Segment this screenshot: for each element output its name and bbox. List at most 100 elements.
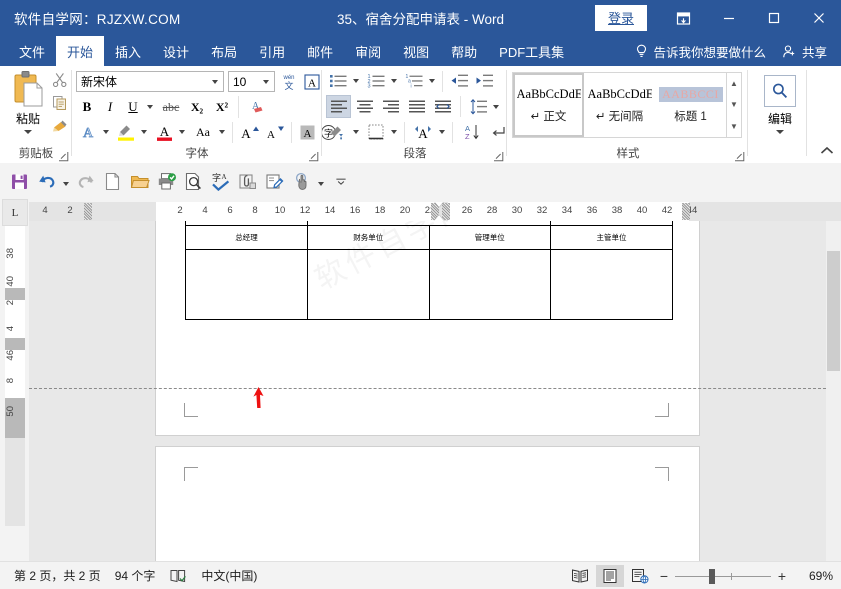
borders-button[interactable]: [364, 121, 388, 143]
line-spacing-button[interactable]: [466, 95, 490, 118]
tab-references[interactable]: 引用: [248, 36, 296, 66]
tab-help[interactable]: 帮助: [440, 36, 488, 66]
text-effects-dropdown[interactable]: [100, 121, 112, 143]
zoom-level-label[interactable]: 69%: [799, 569, 833, 583]
tab-design[interactable]: 设计: [152, 36, 200, 66]
undo-button[interactable]: [33, 168, 60, 194]
ruler-tab-marker[interactable]: [84, 203, 92, 220]
collapse-ribbon-button[interactable]: [818, 143, 836, 159]
table-cell[interactable]: [551, 250, 673, 320]
ruler-tab-marker[interactable]: [682, 203, 690, 220]
align-center-button[interactable]: [352, 95, 377, 118]
zoom-slider-thumb[interactable]: [709, 569, 715, 584]
spelling-check-button[interactable]: 字 A: [207, 168, 234, 194]
increase-indent-button[interactable]: [472, 70, 497, 92]
numbered-list-button[interactable]: 1 2 3: [364, 70, 388, 92]
tell-me-search[interactable]: 告诉我你想要做什么: [627, 40, 774, 62]
close-button[interactable]: [796, 0, 841, 36]
document-table[interactable]: 总经理 财务单位 管理单位 主管单位: [185, 221, 673, 320]
ribbon-display-options-button[interactable]: [661, 0, 706, 36]
text-effects-button[interactable]: A: [76, 121, 100, 143]
multilevel-list-button[interactable]: 1 a i: [402, 70, 426, 92]
decrease-indent-button[interactable]: [447, 70, 472, 92]
table-cell-supervising-unit[interactable]: 主管单位: [551, 226, 673, 250]
style-item-heading1[interactable]: AABBCCI 标题 1: [655, 73, 726, 137]
tab-home[interactable]: 开始: [56, 36, 104, 66]
undo-dropdown[interactable]: [60, 168, 72, 194]
tab-layout[interactable]: 布局: [200, 36, 248, 66]
italic-button[interactable]: I: [99, 96, 121, 118]
align-right-button[interactable]: [378, 95, 403, 118]
paragraph-dialog-launcher[interactable]: [493, 149, 504, 160]
tab-stop-selector[interactable]: L: [2, 199, 28, 226]
horizontal-ruler[interactable]: 4 2 2 4 6 8 10 12 14 16 18 20 22 26 28 3…: [29, 202, 841, 221]
borders-dropdown[interactable]: [388, 121, 400, 143]
strikethrough-button[interactable]: abc: [158, 96, 184, 118]
paste-dropdown-caret-icon[interactable]: [24, 130, 32, 134]
vertical-scrollbar[interactable]: [826, 221, 841, 562]
page-number-status[interactable]: 第 2 页，共 2 页: [14, 567, 101, 584]
table-row[interactable]: [186, 250, 673, 320]
underline-button[interactable]: U: [122, 96, 144, 118]
first-line-indent-marker[interactable]: [434, 202, 444, 207]
style-item-no-spacing[interactable]: AaBbCcDdE ↵ 无间隔: [584, 73, 655, 137]
paragraph-shading-dropdown[interactable]: [350, 121, 362, 143]
line-spacing-dropdown[interactable]: [490, 95, 502, 118]
zoom-slider[interactable]: [675, 565, 771, 587]
font-name-dropdown[interactable]: [207, 80, 223, 84]
styles-scroll-up-button[interactable]: ▲: [727, 73, 741, 94]
quick-print-button[interactable]: [153, 168, 180, 194]
multilevel-list-dropdown[interactable]: [426, 70, 438, 92]
document-page-1[interactable]: 软件自学网 总经理 财务单位 管理单位 主管单位: [155, 221, 700, 436]
table-cell[interactable]: [429, 250, 551, 320]
bullet-list-dropdown[interactable]: [350, 70, 362, 92]
touch-mode-button[interactable]: [288, 168, 315, 194]
clipboard-dialog-launcher[interactable]: [58, 149, 69, 160]
paragraph-shading-button[interactable]: [326, 121, 350, 143]
edit-document-button[interactable]: [261, 168, 288, 194]
vertical-ruler[interactable]: 38 40 2 4 46 8 50: [5, 226, 25, 526]
zoom-in-button[interactable]: +: [773, 565, 791, 587]
subscript-button[interactable]: X₂: [185, 96, 209, 118]
tab-review[interactable]: 审阅: [344, 36, 392, 66]
styles-scroll-down-button[interactable]: ▼: [727, 94, 741, 115]
font-dialog-launcher[interactable]: [308, 149, 319, 160]
word-count-status[interactable]: 94 个字: [115, 567, 156, 584]
styles-gallery-scrollbar[interactable]: ▲ ▼ ▼: [726, 73, 741, 137]
font-color-button[interactable]: A: [152, 121, 176, 143]
align-left-button[interactable]: [326, 95, 351, 118]
bold-button[interactable]: B: [76, 96, 98, 118]
grow-font-button[interactable]: A: [238, 121, 262, 143]
save-button[interactable]: [6, 168, 33, 194]
asian-layout-button[interactable]: A: [410, 121, 436, 143]
asian-layout-dropdown[interactable]: [436, 121, 448, 143]
customize-qat-button[interactable]: [335, 168, 347, 194]
table-cell[interactable]: [186, 250, 308, 320]
maximize-button[interactable]: [751, 0, 796, 36]
zoom-out-button[interactable]: −: [655, 565, 673, 587]
scrollbar-thumb[interactable]: [827, 251, 840, 371]
format-painter-button[interactable]: [48, 115, 72, 137]
tab-file[interactable]: 文件: [8, 36, 56, 66]
styles-more-button[interactable]: ▼: [727, 116, 741, 137]
text-highlight-dropdown[interactable]: [138, 121, 150, 143]
sort-button[interactable]: A Z: [458, 121, 484, 143]
table-cell-finance-unit[interactable]: 财务单位: [308, 226, 430, 250]
phonetic-guide-button[interactable]: wén 文: [278, 70, 300, 93]
table-cell-management-unit[interactable]: 管理单位: [429, 226, 551, 250]
paste-button[interactable]: 粘贴: [6, 68, 50, 142]
shrink-font-button[interactable]: A: [263, 121, 287, 143]
style-item-normal[interactable]: AaBbCcDdE ↵ 正文: [513, 73, 584, 137]
table-cell[interactable]: [308, 250, 430, 320]
character-border-button[interactable]: A: [301, 70, 323, 93]
font-color-dropdown[interactable]: [176, 121, 188, 143]
text-highlight-button[interactable]: [114, 121, 138, 143]
read-mode-button[interactable]: [566, 565, 594, 587]
attach-file-button[interactable]: [234, 168, 261, 194]
table-row[interactable]: 总经理 财务单位 管理单位 主管单位: [186, 226, 673, 250]
redo-button[interactable]: [72, 168, 99, 194]
font-size-input[interactable]: 10: [228, 71, 275, 92]
open-button[interactable]: [126, 168, 153, 194]
superscript-button[interactable]: X²: [210, 96, 234, 118]
change-case-button[interactable]: Aa: [190, 121, 216, 143]
